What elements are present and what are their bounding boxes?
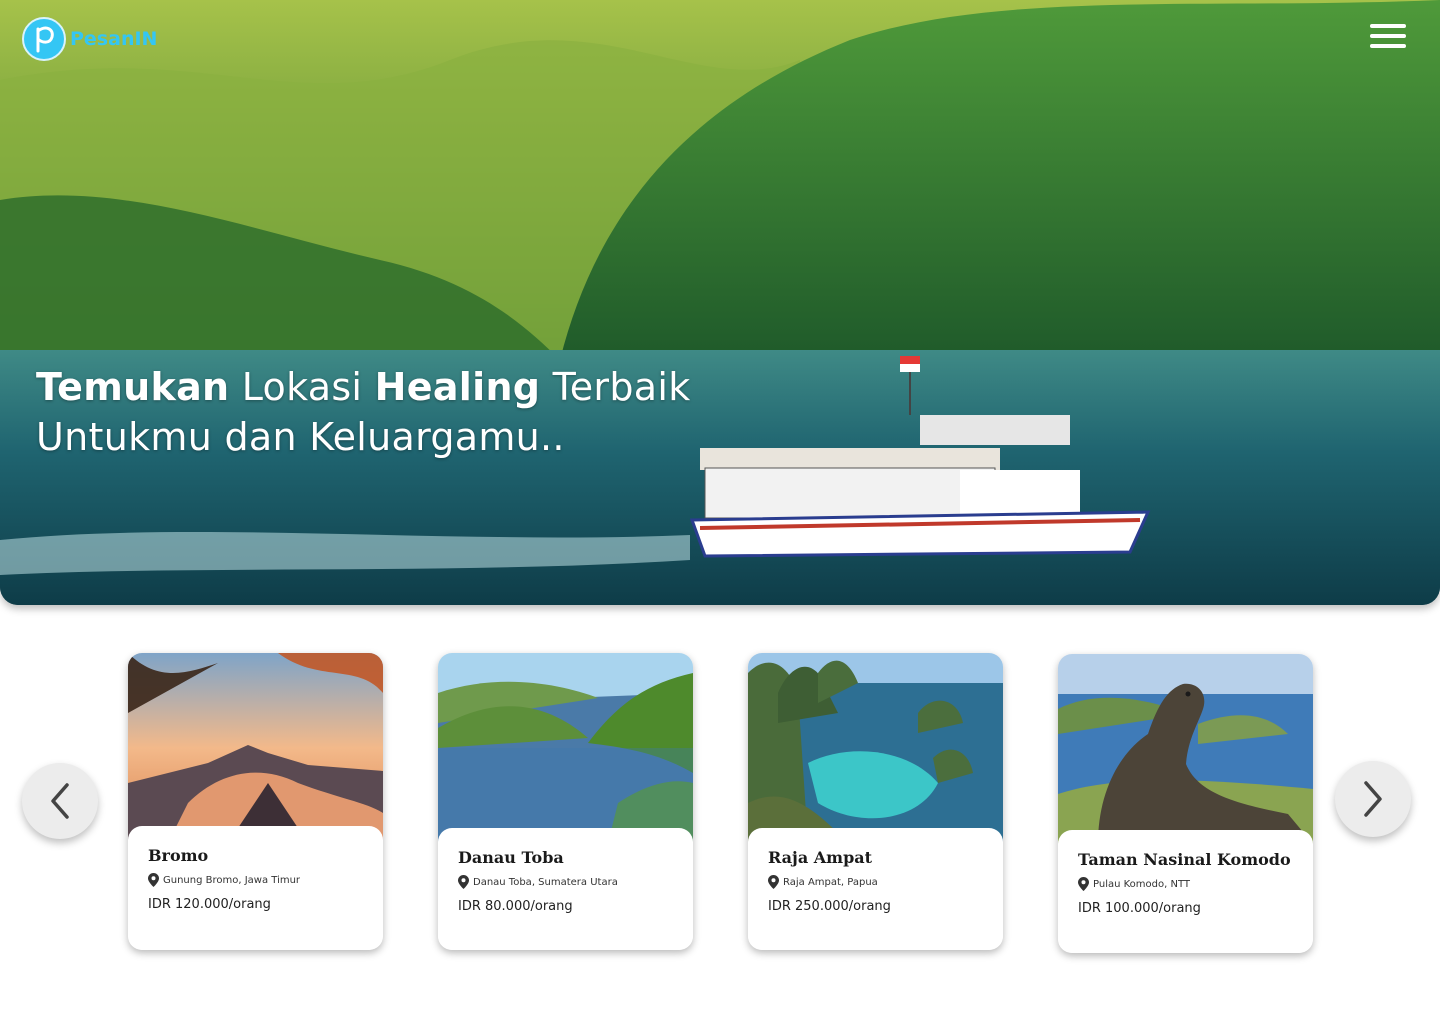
location-text: Danau Toba, Sumatera Utara bbox=[473, 876, 618, 888]
destination-price: IDR 250.000/orang bbox=[768, 899, 891, 914]
destination-card-raja-ampat[interactable]: Raja Ampat Raja Ampat, Papua IDR 250.000… bbox=[748, 653, 1003, 950]
card-info: Danau Toba Danau Toba, Sumatera Utara ID… bbox=[438, 828, 693, 950]
chevron-left-icon bbox=[51, 783, 69, 819]
carousel-prev-button[interactable] bbox=[22, 763, 98, 839]
komodo-photo bbox=[1058, 654, 1313, 844]
chevron-right-icon bbox=[1364, 781, 1382, 817]
brand-logo[interactable]: PesanIN bbox=[22, 17, 157, 61]
headline-bold-2: Healing bbox=[374, 365, 541, 409]
destination-name: Raja Ampat bbox=[768, 848, 873, 867]
raja-ampat-photo bbox=[748, 653, 1003, 843]
destination-name: Bromo bbox=[148, 846, 209, 865]
location-pin-icon bbox=[1078, 877, 1089, 891]
location-text: Raja Ampat, Papua bbox=[783, 876, 878, 888]
destination-location: Danau Toba, Sumatera Utara bbox=[458, 875, 673, 889]
destination-location: Raja Ampat, Papua bbox=[768, 875, 983, 889]
location-pin-icon bbox=[458, 875, 469, 889]
destination-card-komodo[interactable]: Taman Nasinal Komodo Pulau Komodo, NTT I… bbox=[1058, 654, 1313, 953]
destination-price: IDR 100.000/orang bbox=[1078, 901, 1201, 916]
destination-card-bromo[interactable]: Bromo Gunung Bromo, Jawa Timur IDR 120.0… bbox=[128, 653, 383, 950]
hero-lake-image bbox=[0, 0, 1440, 605]
brand-name: PesanIN bbox=[70, 28, 158, 50]
danau-toba-photo bbox=[438, 653, 693, 843]
hero-banner: PesanIN Temukan Lokasi Healing Terbaik U… bbox=[0, 0, 1440, 605]
headline-bold-1: Temukan bbox=[36, 365, 230, 409]
destination-price: IDR 120.000/orang bbox=[148, 897, 271, 912]
headline-regular-2: Terbaik bbox=[540, 365, 691, 409]
hero-headline: Temukan Lokasi Healing Terbaik Untukmu d… bbox=[36, 362, 691, 462]
headline-line-2: Untukmu dan Keluargamu.. bbox=[36, 415, 565, 459]
destination-name: Danau Toba bbox=[458, 848, 564, 867]
logo-p-icon bbox=[22, 17, 66, 61]
hamburger-menu-icon[interactable] bbox=[1370, 24, 1406, 52]
card-info: Bromo Gunung Bromo, Jawa Timur IDR 120.0… bbox=[128, 826, 383, 950]
location-text: Gunung Bromo, Jawa Timur bbox=[163, 874, 301, 886]
bromo-photo bbox=[128, 653, 383, 843]
carousel-next-button[interactable] bbox=[1335, 761, 1411, 837]
destination-card-danau-toba[interactable]: Danau Toba Danau Toba, Sumatera Utara ID… bbox=[438, 653, 693, 950]
headline-regular-1: Lokasi bbox=[229, 365, 375, 409]
location-pin-icon bbox=[148, 873, 159, 887]
card-info: Taman Nasinal Komodo Pulau Komodo, NTT I… bbox=[1058, 830, 1313, 953]
location-pin-icon bbox=[768, 875, 779, 889]
location-text: Pulau Komodo, NTT bbox=[1093, 878, 1190, 890]
destination-location: Pulau Komodo, NTT bbox=[1078, 877, 1293, 891]
card-info: Raja Ampat Raja Ampat, Papua IDR 250.000… bbox=[748, 828, 1003, 950]
destination-price: IDR 80.000/orang bbox=[458, 899, 573, 914]
destination-location: Gunung Bromo, Jawa Timur bbox=[148, 873, 363, 887]
destination-name: Taman Nasinal Komodo bbox=[1078, 850, 1291, 869]
